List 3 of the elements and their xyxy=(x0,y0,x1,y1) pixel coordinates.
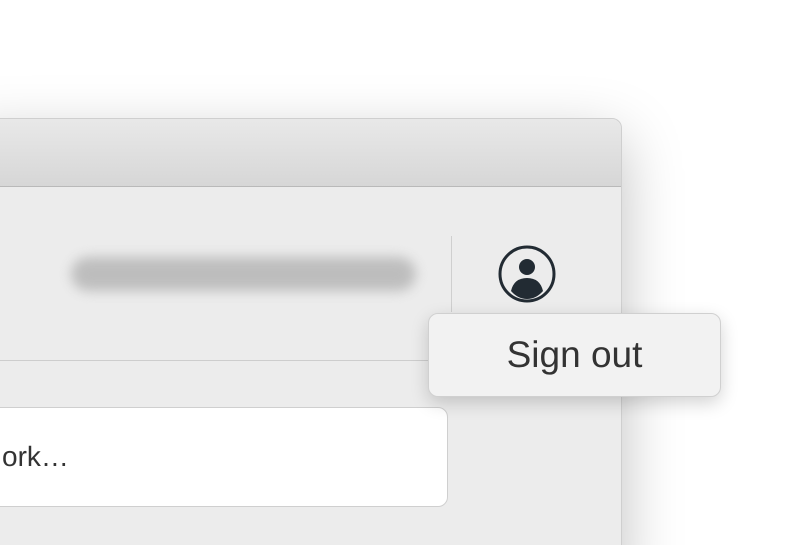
menu-item[interactable]: Sign out xyxy=(506,334,642,376)
search-field[interactable]: ork… xyxy=(0,407,448,507)
user-avatar-icon[interactable] xyxy=(498,244,556,302)
